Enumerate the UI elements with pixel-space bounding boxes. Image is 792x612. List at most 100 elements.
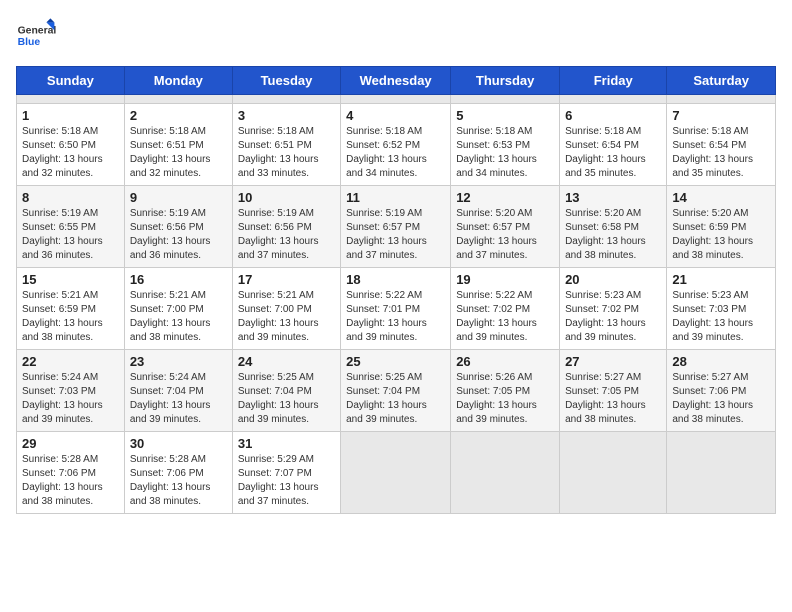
dow-header-sunday: Sunday <box>17 67 125 95</box>
day-number: 29 <box>22 436 119 451</box>
sunset-label: Sunset: 7:04 PM <box>346 386 420 397</box>
sunset-label: Sunset: 7:07 PM <box>238 468 312 479</box>
daylight-minutes: and 39 minutes. <box>565 332 636 343</box>
calendar-cell <box>560 432 667 514</box>
sunrise-label: Sunrise: 5:27 AM <box>672 372 748 383</box>
day-number: 24 <box>238 354 335 369</box>
sunrise-label: Sunrise: 5:18 AM <box>22 126 98 137</box>
day-number: 7 <box>672 108 770 123</box>
daylight-label: Daylight: 13 hours <box>130 154 211 165</box>
day-number: 18 <box>346 272 445 287</box>
day-number: 19 <box>456 272 554 287</box>
daylight-label: Daylight: 13 hours <box>238 236 319 247</box>
calendar-cell: 12 Sunrise: 5:20 AM Sunset: 6:57 PM Dayl… <box>451 186 560 268</box>
sunrise-label: Sunrise: 5:21 AM <box>130 290 206 301</box>
cell-content: Sunrise: 5:18 AM Sunset: 6:52 PM Dayligh… <box>346 125 445 181</box>
sunrise-label: Sunrise: 5:22 AM <box>456 290 532 301</box>
day-number: 10 <box>238 190 335 205</box>
daylight-label: Daylight: 13 hours <box>22 400 103 411</box>
day-number: 12 <box>456 190 554 205</box>
day-number: 4 <box>346 108 445 123</box>
daylight-minutes: and 39 minutes. <box>346 414 417 425</box>
calendar-cell <box>17 95 125 104</box>
page-header: General Blue <box>16 16 776 56</box>
cell-content: Sunrise: 5:22 AM Sunset: 7:01 PM Dayligh… <box>346 289 445 345</box>
calendar-cell: 16 Sunrise: 5:21 AM Sunset: 7:00 PM Dayl… <box>124 268 232 350</box>
day-number: 17 <box>238 272 335 287</box>
calendar-cell: 8 Sunrise: 5:19 AM Sunset: 6:55 PM Dayli… <box>17 186 125 268</box>
day-number: 20 <box>565 272 661 287</box>
calendar-cell: 11 Sunrise: 5:19 AM Sunset: 6:57 PM Dayl… <box>341 186 451 268</box>
calendar-cell <box>124 95 232 104</box>
cell-content: Sunrise: 5:18 AM Sunset: 6:54 PM Dayligh… <box>565 125 661 181</box>
sunset-label: Sunset: 7:01 PM <box>346 304 420 315</box>
daylight-label: Daylight: 13 hours <box>456 154 537 165</box>
sunset-label: Sunset: 7:05 PM <box>565 386 639 397</box>
sunset-label: Sunset: 6:53 PM <box>456 140 530 151</box>
sunset-label: Sunset: 7:03 PM <box>672 304 746 315</box>
daylight-label: Daylight: 13 hours <box>238 400 319 411</box>
cell-content: Sunrise: 5:20 AM Sunset: 6:59 PM Dayligh… <box>672 207 770 263</box>
sunset-label: Sunset: 7:03 PM <box>22 386 96 397</box>
sunrise-label: Sunrise: 5:22 AM <box>346 290 422 301</box>
sunset-label: Sunset: 6:51 PM <box>238 140 312 151</box>
calendar-cell <box>451 432 560 514</box>
daylight-minutes: and 34 minutes. <box>346 168 417 179</box>
day-number: 9 <box>130 190 227 205</box>
day-number: 13 <box>565 190 661 205</box>
dow-header-friday: Friday <box>560 67 667 95</box>
cell-content: Sunrise: 5:22 AM Sunset: 7:02 PM Dayligh… <box>456 289 554 345</box>
cell-content: Sunrise: 5:25 AM Sunset: 7:04 PM Dayligh… <box>238 371 335 427</box>
sunset-label: Sunset: 7:02 PM <box>456 304 530 315</box>
cell-content: Sunrise: 5:18 AM Sunset: 6:51 PM Dayligh… <box>238 125 335 181</box>
sunrise-label: Sunrise: 5:18 AM <box>565 126 641 137</box>
daylight-label: Daylight: 13 hours <box>672 318 753 329</box>
daylight-label: Daylight: 13 hours <box>456 318 537 329</box>
calendar-cell: 1 Sunrise: 5:18 AM Sunset: 6:50 PM Dayli… <box>17 104 125 186</box>
sunset-label: Sunset: 6:54 PM <box>672 140 746 151</box>
sunset-label: Sunset: 6:56 PM <box>130 222 204 233</box>
calendar-cell: 30 Sunrise: 5:28 AM Sunset: 7:06 PM Dayl… <box>124 432 232 514</box>
day-number: 21 <box>672 272 770 287</box>
sunrise-label: Sunrise: 5:25 AM <box>346 372 422 383</box>
day-number: 11 <box>346 190 445 205</box>
sunrise-label: Sunrise: 5:28 AM <box>130 454 206 465</box>
calendar-cell: 24 Sunrise: 5:25 AM Sunset: 7:04 PM Dayl… <box>232 350 340 432</box>
sunrise-label: Sunrise: 5:20 AM <box>672 208 748 219</box>
calendar-cell: 9 Sunrise: 5:19 AM Sunset: 6:56 PM Dayli… <box>124 186 232 268</box>
daylight-minutes: and 32 minutes. <box>22 168 93 179</box>
calendar-cell: 15 Sunrise: 5:21 AM Sunset: 6:59 PM Dayl… <box>17 268 125 350</box>
cell-content: Sunrise: 5:20 AM Sunset: 6:58 PM Dayligh… <box>565 207 661 263</box>
daylight-minutes: and 36 minutes. <box>130 250 201 261</box>
svg-text:General: General <box>18 26 56 37</box>
day-number: 26 <box>456 354 554 369</box>
calendar-cell <box>667 95 776 104</box>
calendar-cell: 31 Sunrise: 5:29 AM Sunset: 7:07 PM Dayl… <box>232 432 340 514</box>
sunset-label: Sunset: 6:59 PM <box>22 304 96 315</box>
daylight-minutes: and 38 minutes. <box>672 414 743 425</box>
daylight-label: Daylight: 13 hours <box>238 154 319 165</box>
cell-content: Sunrise: 5:23 AM Sunset: 7:03 PM Dayligh… <box>672 289 770 345</box>
sunrise-label: Sunrise: 5:21 AM <box>22 290 98 301</box>
daylight-minutes: and 38 minutes. <box>22 496 93 507</box>
sunset-label: Sunset: 6:57 PM <box>456 222 530 233</box>
calendar-cell <box>232 95 340 104</box>
day-number: 28 <box>672 354 770 369</box>
cell-content: Sunrise: 5:24 AM Sunset: 7:03 PM Dayligh… <box>22 371 119 427</box>
day-number: 3 <box>238 108 335 123</box>
daylight-label: Daylight: 13 hours <box>346 236 427 247</box>
sunset-label: Sunset: 6:50 PM <box>22 140 96 151</box>
sunset-label: Sunset: 6:56 PM <box>238 222 312 233</box>
sunset-label: Sunset: 6:51 PM <box>130 140 204 151</box>
day-number: 30 <box>130 436 227 451</box>
daylight-minutes: and 37 minutes. <box>238 496 309 507</box>
cell-content: Sunrise: 5:19 AM Sunset: 6:55 PM Dayligh… <box>22 207 119 263</box>
cell-content: Sunrise: 5:27 AM Sunset: 7:05 PM Dayligh… <box>565 371 661 427</box>
sunrise-label: Sunrise: 5:23 AM <box>565 290 641 301</box>
daylight-minutes: and 39 minutes. <box>456 414 527 425</box>
cell-content: Sunrise: 5:21 AM Sunset: 7:00 PM Dayligh… <box>130 289 227 345</box>
sunrise-label: Sunrise: 5:19 AM <box>22 208 98 219</box>
sunrise-label: Sunrise: 5:21 AM <box>238 290 314 301</box>
calendar-cell: 29 Sunrise: 5:28 AM Sunset: 7:06 PM Dayl… <box>17 432 125 514</box>
daylight-label: Daylight: 13 hours <box>346 154 427 165</box>
